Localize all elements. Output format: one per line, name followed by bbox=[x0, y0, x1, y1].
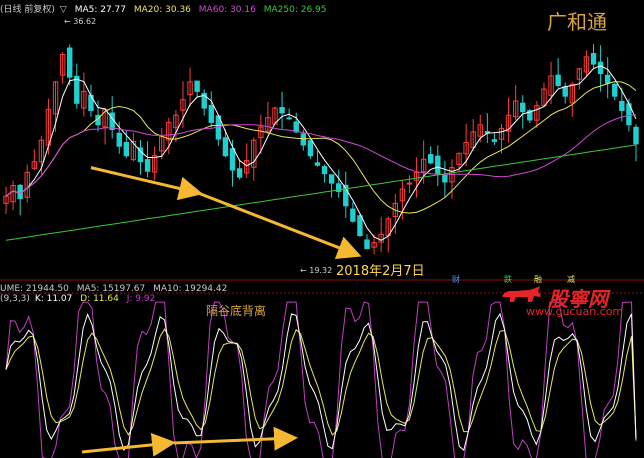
candle-body bbox=[229, 148, 236, 171]
candle-body bbox=[612, 83, 618, 97]
kdj-k-readout: K: 11.07 bbox=[34, 294, 73, 304]
volume-ma5-readout: MA5: 15197.67 bbox=[76, 284, 146, 294]
candle-body bbox=[590, 53, 597, 65]
chart-canvas bbox=[0, 44, 644, 458]
candle-body bbox=[520, 102, 526, 113]
event-marker-finance[interactable]: 财 bbox=[452, 274, 460, 285]
kdj-d-readout: D: 11.64 bbox=[80, 294, 119, 304]
candle-body bbox=[321, 166, 328, 175]
candle-body bbox=[279, 107, 285, 114]
main-panel-header: (日线 前复权) ▽ MA5: 27.77 MA20: 30.36 MA60: 3… bbox=[0, 2, 331, 15]
candle-body bbox=[328, 174, 335, 184]
kdj-j-readout: J: 9.92 bbox=[126, 294, 156, 304]
candle-body bbox=[286, 117, 292, 120]
low-price-label: ← 19.32 bbox=[300, 266, 333, 275]
candlestick-series bbox=[3, 44, 639, 255]
kdj-header: (9,3,3) K: 11.07 D: 11.64 J: 9.92 bbox=[0, 294, 160, 304]
candle-body bbox=[442, 174, 448, 183]
candle-body bbox=[67, 47, 73, 78]
candle-body bbox=[555, 74, 561, 86]
volume-readout: UME: 21944.50 bbox=[0, 284, 69, 294]
candle-body bbox=[293, 121, 299, 133]
bull-logo-icon bbox=[502, 286, 541, 302]
kdj-low-arrow-2 bbox=[173, 426, 298, 451]
low-price-value: 19.32 bbox=[309, 266, 333, 275]
price-low-arrow-1 bbox=[90, 166, 203, 201]
candle-body bbox=[406, 182, 413, 185]
ma20-readout: MA20: 30.36 bbox=[133, 5, 191, 15]
site-url: www.gucuan.com bbox=[526, 305, 624, 318]
date-annotation: 2018年2月7日 bbox=[336, 264, 425, 279]
kdj-lines bbox=[5, 301, 637, 458]
candle-body bbox=[604, 74, 611, 84]
ma5-readout: MA5: 27.77 bbox=[74, 5, 126, 15]
candle-body bbox=[74, 75, 80, 104]
candle-body bbox=[314, 162, 321, 166]
candle-body bbox=[208, 104, 214, 123]
chart-name: (日线 前复权) bbox=[0, 5, 55, 15]
candle-body bbox=[236, 168, 243, 178]
candle-body bbox=[435, 155, 441, 175]
high-price-label: ← 36.62 bbox=[64, 17, 97, 26]
kdj-low-arrow-1 bbox=[81, 432, 176, 457]
candle-body bbox=[597, 61, 604, 75]
candle-body bbox=[307, 140, 314, 157]
candle-body bbox=[123, 141, 130, 157]
candle-body bbox=[222, 137, 229, 157]
triangle-down-icon[interactable]: ▽ bbox=[60, 5, 67, 15]
candle-body bbox=[357, 215, 363, 237]
ma250-line bbox=[5, 144, 637, 241]
candle-body bbox=[491, 139, 498, 142]
candle-body bbox=[428, 154, 434, 164]
candle-body bbox=[144, 159, 151, 172]
stock-title-watermark: 广和通 bbox=[547, 10, 607, 34]
candle-body bbox=[194, 80, 200, 92]
kdj-j-line bbox=[5, 301, 637, 458]
high-price-value: 36.62 bbox=[73, 17, 97, 26]
candle-body bbox=[350, 208, 356, 222]
candle-body bbox=[300, 133, 307, 146]
candle-body bbox=[109, 112, 115, 131]
candle-body bbox=[619, 100, 625, 111]
volume-ma10-readout: MA10: 19294.42 bbox=[153, 284, 228, 294]
candle-body bbox=[633, 126, 639, 145]
price-low-arrow-2 bbox=[196, 191, 362, 259]
kdj-params: (9,3,3) bbox=[0, 294, 30, 304]
ma250-readout: MA250: 26.95 bbox=[263, 5, 327, 15]
divergence-annotation: 隔谷底背离 bbox=[206, 304, 267, 318]
candle-body bbox=[364, 239, 370, 250]
candle-body bbox=[562, 86, 568, 97]
candle-body bbox=[116, 132, 122, 147]
ma60-readout: MA60: 30.16 bbox=[198, 5, 256, 15]
volume-header: UME: 21944.50 MA5: 15197.67 MA10: 19294.… bbox=[0, 284, 232, 294]
